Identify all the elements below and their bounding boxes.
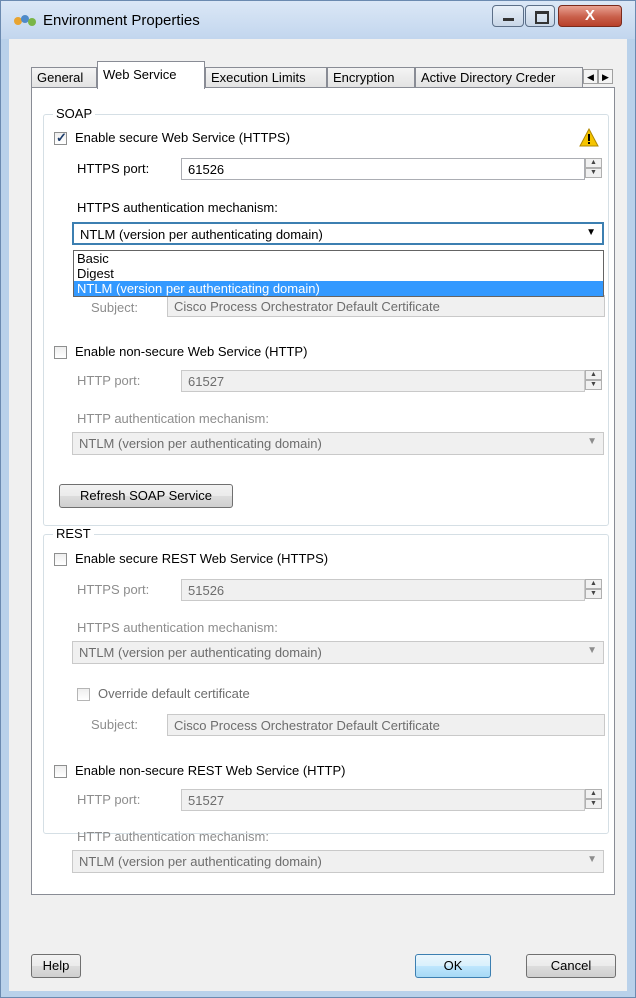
soap-https-label: Enable secure Web Service (HTTPS) — [75, 130, 291, 145]
rest-subject-input: Cisco Process Orchestrator Default Certi… — [167, 714, 605, 736]
rest-https-auth-label: HTTPS authentication mechanism: — [77, 620, 278, 635]
dropdown-option-digest[interactable]: Digest — [74, 266, 603, 281]
soap-https-auth-select[interactable]: NTLM (version per authenticating domain)… — [72, 222, 604, 245]
rest-https-auth-select: NTLM (version per authenticating domain)… — [72, 641, 604, 664]
soap-http-port-label: HTTP port: — [77, 373, 141, 388]
tab-scroll-right-icon[interactable]: ▶ — [598, 69, 613, 84]
soap-http-port-input: 61527 — [181, 370, 585, 392]
rest-http-port-label: HTTP port: — [77, 792, 141, 807]
maximize-button[interactable] — [525, 5, 555, 27]
override-certificate-label: Override default certificate — [98, 686, 250, 701]
minimize-button[interactable] — [492, 5, 524, 27]
rest-http-auth-label: HTTP authentication mechanism: — [77, 829, 269, 844]
soap-subject-input: Cisco Process Orchestrator Default Certi… — [167, 295, 605, 317]
rest-https-port-label: HTTPS port: — [77, 582, 150, 597]
chevron-down-icon: ▼ — [587, 854, 597, 865]
rest-https-auth-value: NTLM (version per authenticating domain) — [79, 645, 322, 660]
ok-button[interactable]: OK — [415, 954, 491, 978]
rest-https-checkbox[interactable] — [54, 553, 67, 566]
dropdown-option-ntlm[interactable]: NTLM (version per authenticating domain) — [74, 281, 603, 296]
rest-http-checkbox[interactable] — [54, 765, 67, 778]
rest-subject-label: Subject: — [91, 717, 138, 732]
tab-encryption[interactable]: Encryption — [327, 67, 415, 88]
rest-http-port-spinner: ▲ ▼ — [585, 789, 602, 811]
close-icon: X — [584, 7, 595, 24]
rest-http-auth-select: NTLM (version per authenticating domain)… — [72, 850, 604, 873]
rest-https-label: Enable secure REST Web Service (HTTPS) — [75, 551, 329, 566]
refresh-soap-button[interactable]: Refresh SOAP Service — [59, 484, 233, 508]
soap-https-auth-value: NTLM (version per authenticating domain) — [80, 227, 323, 242]
soap-http-label: Enable non-secure Web Service (HTTP) — [75, 344, 308, 359]
dropdown-option-basic[interactable]: Basic — [74, 251, 603, 266]
cancel-button[interactable]: Cancel — [526, 954, 616, 978]
tab-web-service[interactable]: Web Service — [97, 61, 205, 89]
soap-http-auth-select: NTLM (version per authenticating domain)… — [72, 432, 604, 455]
rest-http-label: Enable non-secure REST Web Service (HTTP… — [75, 763, 346, 778]
tab-scroll-left-icon[interactable]: ◀ — [583, 69, 598, 84]
help-button[interactable]: Help — [31, 954, 81, 978]
soap-group-label: SOAP — [53, 106, 96, 121]
window-title: Environment Properties — [43, 12, 200, 29]
soap-subject-label: Subject: — [91, 300, 138, 315]
tab-strip: General Web Service Execution Limits Enc… — [23, 61, 613, 89]
soap-https-checkbox[interactable]: ✓ — [54, 130, 67, 145]
chevron-down-icon: ▼ — [587, 645, 597, 656]
rest-https-port-input: 51526 — [181, 579, 585, 601]
auth-dropdown-list[interactable]: Basic Digest NTLM (version per authentic… — [73, 250, 604, 297]
soap-https-auth-label: HTTPS authentication mechanism: — [77, 200, 278, 215]
soap-http-port-spinner: ▲ ▼ — [585, 370, 602, 392]
rest-http-auth-value: NTLM (version per authenticating domain) — [79, 854, 322, 869]
rest-group-label: REST — [53, 526, 94, 541]
rest-http-port-input: 51527 — [181, 789, 585, 811]
check-icon: ✓ — [56, 130, 67, 145]
minimize-icon — [503, 18, 514, 21]
warning-icon — [579, 128, 599, 147]
maximize-icon — [535, 11, 549, 24]
title-bar[interactable]: Environment Properties X — [1, 1, 635, 39]
app-icon — [14, 15, 36, 26]
dialog-window: Environment Properties X General Web Ser… — [0, 0, 636, 998]
rest-https-port-spinner: ▲ ▼ — [585, 579, 602, 601]
soap-https-port-spinner[interactable]: ▲ ▼ — [585, 158, 602, 180]
override-certificate-checkbox — [77, 688, 90, 701]
chevron-down-icon: ▼ — [587, 436, 597, 447]
soap-http-auth-value: NTLM (version per authenticating domain) — [79, 436, 322, 451]
soap-http-checkbox[interactable] — [54, 346, 67, 359]
tab-general[interactable]: General — [31, 67, 97, 88]
chevron-down-icon: ▼ — [586, 227, 596, 238]
close-button[interactable]: X — [558, 5, 622, 27]
soap-https-port-label: HTTPS port: — [77, 161, 150, 176]
tab-execution-limits[interactable]: Execution Limits — [205, 67, 327, 88]
soap-http-auth-label: HTTP authentication mechanism: — [77, 411, 269, 426]
tab-active-directory[interactable]: Active Directory Creder — [415, 67, 583, 88]
soap-https-port-input[interactable]: 61526 — [181, 158, 585, 180]
